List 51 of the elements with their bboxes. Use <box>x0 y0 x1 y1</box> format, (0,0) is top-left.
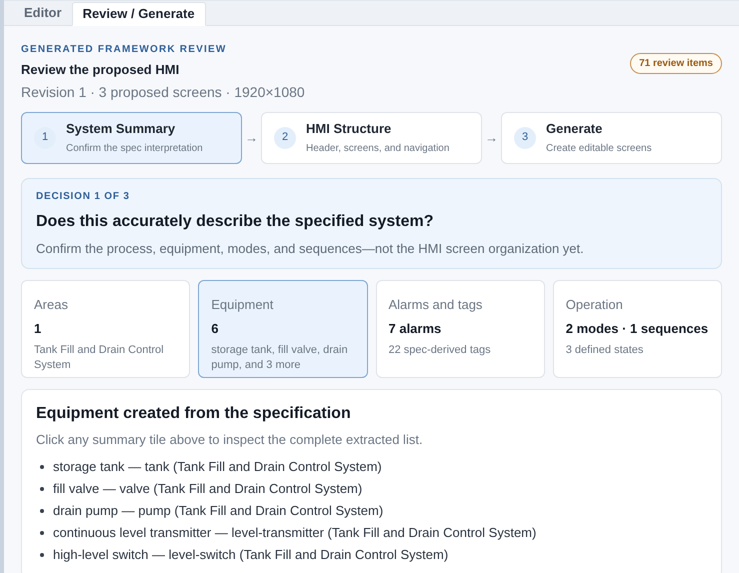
tile-label: Areas <box>34 296 68 314</box>
step-card[interactable]: 3 Generate Create editable screens <box>501 112 722 164</box>
tile-detail: 3 defined states <box>566 342 644 358</box>
bullet-icon <box>40 486 44 490</box>
tile-detail: storage tank, fill valve, drain pump, and 3 more <box>211 342 349 372</box>
equipment-item: fill valve — valve (Tank Fill and Drain Control System) <box>53 480 362 498</box>
step-title: System Summary <box>66 120 176 138</box>
review-count-badge: 71 review items <box>630 53 722 74</box>
step-number: 3 <box>514 126 536 148</box>
step-subtitle: Header, screens, and navigation <box>306 142 450 156</box>
tile-value: 1 <box>34 320 42 338</box>
step-number: 1 <box>34 126 56 148</box>
tile-label: Operation <box>566 296 623 314</box>
equipment-item: high-level switch — level-switch (Tank Fill and Drain Control System) <box>53 546 448 564</box>
summary-tile[interactable]: Equipment 6 storage tank, fill valve, drain pump, and 3 more <box>198 280 368 378</box>
bullet-icon <box>40 530 44 534</box>
page-title: Review the proposed HMI <box>21 61 180 79</box>
arrow-icon: → <box>245 128 258 148</box>
bullet-icon <box>40 552 44 556</box>
section-eyebrow: GENERATED FRAMEWORK REVIEW <box>21 43 228 57</box>
bullet-icon <box>40 464 44 468</box>
bullet-icon <box>40 508 44 512</box>
tile-detail: 22 spec-derived tags <box>388 342 491 358</box>
decision-description: Confirm the process, equipment, modes, and sequences—not the HMI screen organization yet. <box>36 240 585 258</box>
tile-label: Alarms and tags <box>388 296 482 314</box>
summary-tile[interactable]: Alarms and tags 7 alarms 22 spec-derived tags <box>376 280 545 378</box>
tab[interactable]: Editor <box>18 1 68 25</box>
summary-tile[interactable]: Operation 2 modes · 1 sequences 3 defined states <box>552 280 722 378</box>
step-title: HMI Structure <box>306 120 392 138</box>
summary-tile[interactable]: Areas 1 Tank Fill and Drain Control System <box>21 280 190 378</box>
tile-detail: Tank Fill and Drain Control System <box>34 342 165 372</box>
tile-value: 2 modes · 1 sequences <box>566 320 708 338</box>
tile-label: Equipment <box>211 296 274 314</box>
tile-value: 6 <box>211 320 218 338</box>
equipment-item: continuous level transmitter — level-transmitter (Tank Fill and Drain Control System) <box>53 524 536 542</box>
step-number: 2 <box>274 126 296 148</box>
decision-eyebrow: DECISION 1 OF 3 <box>36 190 131 204</box>
step-card[interactable]: 2 HMI Structure Header, screens, and navigation <box>261 112 482 164</box>
step-card[interactable]: 1 System Summary Confirm the spec interpretation <box>21 112 242 164</box>
step-title: Generate <box>546 120 604 138</box>
decision-question: Does this accurately describe the specified system? <box>36 212 434 232</box>
step-subtitle: Confirm the spec interpretation <box>66 142 203 156</box>
details-hint: Click any summary tile above to inspect the complete extracted list. <box>36 431 424 449</box>
page-subtitle: Revision 1 · 3 proposed screens · 1920×1080 <box>21 82 305 102</box>
equipment-item: storage tank — tank (Tank Fill and Drain Control System) <box>53 458 382 476</box>
details-title: Equipment created from the specification <box>36 404 352 424</box>
tile-value: 7 alarms <box>388 320 442 338</box>
step-subtitle: Create editable screens <box>546 142 652 156</box>
equipment-item: drain pump — pump (Tank Fill and Drain Control System) <box>53 502 384 520</box>
arrow-icon: → <box>485 128 498 148</box>
tab[interactable]: Review / Generate <box>72 2 206 26</box>
